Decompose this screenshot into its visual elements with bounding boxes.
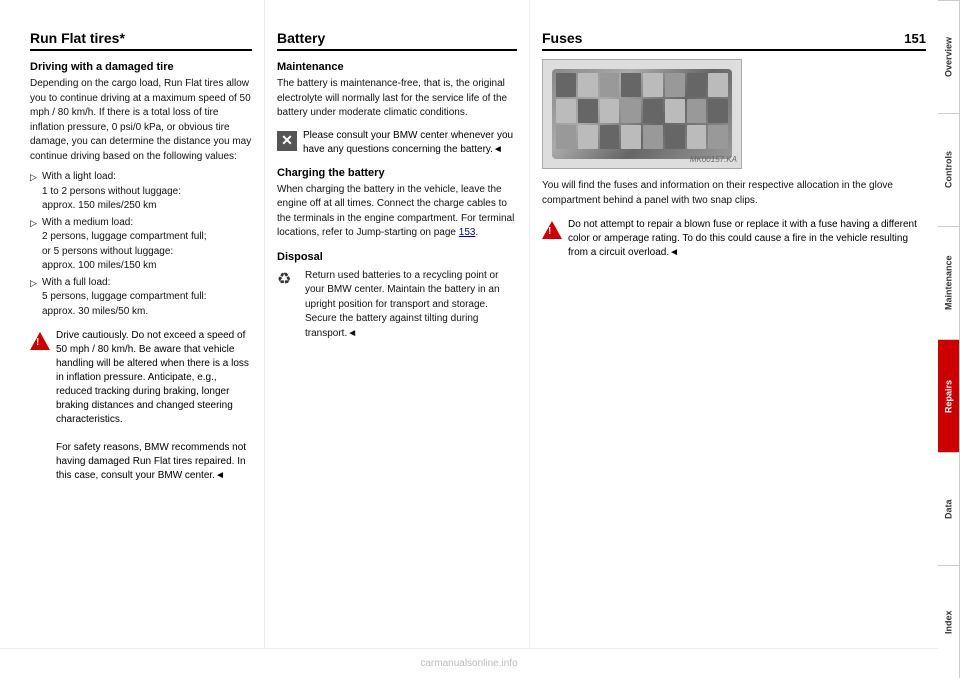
col-battery: Battery Maintenance The battery is maint…	[265, 0, 530, 648]
charging-title: Charging the battery	[277, 167, 517, 179]
recycle-icon: ♻	[277, 269, 299, 289]
fuse-image-inner	[552, 69, 732, 159]
run-flat-warning-text: Drive cautiously. Do not exceed a speed …	[56, 329, 252, 483]
bullet-medium-load-detail: 2 persons, luggage compartment full;or 5…	[42, 231, 207, 271]
fuses-warning-icon	[542, 220, 562, 240]
fuse-grid	[552, 69, 732, 159]
bullet-medium-load: ▷ With a medium load: 2 persons, luggage…	[30, 216, 252, 274]
battery-note-text: Please consult your BMW center whenever …	[303, 129, 517, 157]
maintenance-body: The battery is maintenance-free, that is…	[277, 77, 517, 121]
battery-title: Battery	[277, 30, 517, 51]
sidebar-tab-repairs[interactable]: Repairs	[938, 339, 960, 452]
bullet-content-1: With a light load: 1 to 2 persons withou…	[42, 170, 252, 214]
image-caption: MK00157.KA	[690, 155, 737, 164]
bullet-medium-load-label: With a medium load:	[42, 217, 133, 228]
main-content: Run Flat tires* Driving with a damaged t…	[0, 0, 938, 648]
sidebar-tab-overview[interactable]: Overview	[938, 0, 960, 113]
bullet-content-3: With a full load: 5 persons, luggage com…	[42, 276, 252, 320]
fuses-triangle-shape	[542, 221, 562, 239]
sidebar-tab-data[interactable]: Data	[938, 452, 960, 565]
disposal-box: ♻ Return used batteries to a recycling p…	[277, 269, 517, 342]
watermark-text: carmanualsonline.info	[420, 658, 517, 669]
bullet-arrow-2: ▷	[30, 217, 42, 274]
col-fuses: Fuses 151 MK00157.KA You will find the f…	[530, 0, 938, 648]
fuses-title: Fuses	[542, 30, 904, 46]
note-icon: ✕	[277, 131, 297, 151]
run-flat-title: Run Flat tires*	[30, 30, 252, 51]
driving-damaged-title: Driving with a damaged tire	[30, 61, 252, 73]
maintenance-title: Maintenance	[277, 61, 517, 73]
fuses-body: You will find the fuses and information …	[542, 179, 926, 208]
bullet-full-load-label: With a full load:	[42, 277, 110, 288]
sidebar: Overview Controls Maintenance Repairs Da…	[938, 0, 960, 678]
fuses-title-row: Fuses 151	[542, 30, 926, 51]
bullet-arrow-1: ▷	[30, 171, 42, 214]
sidebar-tab-controls[interactable]: Controls	[938, 113, 960, 226]
bullet-full-load-detail: 5 persons, luggage compartment full:appr…	[42, 291, 207, 317]
fuse-box-image: MK00157.KA	[542, 59, 742, 169]
sidebar-tab-index[interactable]: Index	[938, 565, 960, 678]
fuses-warning-text: Do not attempt to repair a blown fuse or…	[568, 218, 926, 260]
triangle-shape	[30, 332, 50, 350]
bullet-arrow-3: ▷	[30, 277, 42, 320]
page-link-153[interactable]: 153	[459, 227, 476, 238]
charging-body: When charging the battery in the vehicle…	[277, 183, 517, 241]
disposal-title: Disposal	[277, 251, 517, 263]
run-flat-warning-box: Drive cautiously. Do not exceed a speed …	[30, 329, 252, 483]
bullet-light-load: ▷ With a light load: 1 to 2 persons with…	[30, 170, 252, 214]
page-number: 151	[904, 31, 926, 46]
driving-damaged-body: Depending on the cargo load, Run Flat ti…	[30, 77, 252, 164]
warning-triangle-icon	[30, 331, 50, 351]
sidebar-tab-maintenance[interactable]: Maintenance	[938, 226, 960, 339]
bullet-light-load-label: With a light load:	[42, 171, 116, 182]
disposal-text: Return used batteries to a recycling poi…	[305, 269, 517, 342]
bottom-bar: carmanualsonline.info	[0, 648, 938, 678]
bullet-content-2: With a medium load: 2 persons, luggage c…	[42, 216, 252, 274]
col-run-flat: Run Flat tires* Driving with a damaged t…	[0, 0, 265, 648]
bullet-light-load-detail: 1 to 2 persons without luggage:approx. 1…	[42, 186, 181, 212]
note-icon-symbol: ✕	[281, 132, 293, 149]
fuses-warning-box: Do not attempt to repair a blown fuse or…	[542, 218, 926, 260]
bullet-full-load: ▷ With a full load: 5 persons, luggage c…	[30, 276, 252, 320]
battery-note-box: ✕ Please consult your BMW center wheneve…	[277, 129, 517, 157]
